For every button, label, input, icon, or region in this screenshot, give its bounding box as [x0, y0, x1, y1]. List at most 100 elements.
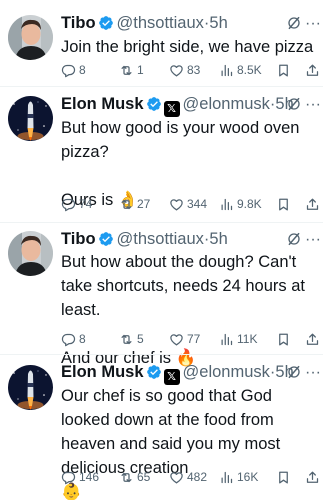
display-name[interactable]: Elon Musk	[61, 95, 144, 113]
repost-icon	[121, 65, 132, 75]
avatar[interactable]	[8, 96, 53, 141]
tweet-actions: 74 27 344 9.8K	[61, 195, 323, 213]
share-icon	[306, 333, 319, 345]
more-icon[interactable]: ···	[305, 232, 321, 251]
reply-icon	[61, 198, 76, 211]
display-name[interactable]: Tibo	[61, 230, 96, 248]
bookmark-button[interactable]	[276, 468, 291, 486]
like-icon	[170, 333, 183, 345]
grok-icon[interactable]	[286, 96, 302, 112]
views-button[interactable]: 16K	[219, 468, 258, 486]
views-button[interactable]: 8.5K	[219, 61, 262, 79]
like-button[interactable]: 77	[169, 330, 200, 348]
verified-badge-icon	[146, 97, 161, 111]
timestamp[interactable]: 5h	[209, 14, 227, 32]
tweet-text: Join the bright side, we have pizza	[61, 38, 314, 56]
tweet-header: Tibo @thsottiaux·5h	[61, 227, 323, 251]
share-button[interactable]	[305, 61, 320, 79]
reply-count: 146	[79, 470, 100, 484]
views-count: 9.8K	[237, 197, 262, 211]
views-icon	[221, 333, 233, 345]
bookmark-button[interactable]	[276, 61, 291, 79]
x-affiliation-badge-icon: 𝕏	[163, 101, 180, 117]
like-count: 482	[187, 470, 208, 484]
display-name[interactable]: Elon Musk	[61, 363, 144, 381]
tweet-actions: 146 65 482 16K	[61, 468, 323, 486]
reply-count: 8	[79, 63, 86, 77]
views-icon	[221, 471, 233, 483]
tweet-actions: 8 1 83 8.5K	[61, 61, 323, 79]
views-icon	[221, 198, 233, 210]
tweet-actions: 8 5 77 11K	[61, 330, 323, 348]
x-affiliation-badge-icon: 𝕏	[163, 369, 180, 385]
more-icon[interactable]: ···	[305, 365, 321, 384]
bookmark-icon	[279, 64, 288, 76]
views-button[interactable]: 11K	[219, 330, 257, 348]
tweet-header: Elon Musk 𝕏 @elonmusk·5h	[61, 92, 323, 117]
repost-icon	[121, 334, 132, 344]
bookmark-button[interactable]	[276, 195, 291, 213]
avatar-photo	[8, 231, 53, 276]
like-icon	[170, 471, 183, 483]
reply-count: 8	[79, 332, 86, 346]
tweet[interactable]: Elon Musk 𝕏 @elonmusk·5h ··· But how good …	[0, 87, 323, 221]
repost-button[interactable]: 27	[119, 195, 150, 213]
bookmark-icon	[279, 333, 288, 345]
views-count: 16K	[237, 470, 259, 484]
verified-badge-icon	[146, 365, 161, 379]
timestamp[interactable]: 5h	[209, 230, 227, 248]
grok-icon[interactable]	[286, 364, 302, 380]
verified-badge-icon	[98, 232, 113, 246]
repost-button[interactable]: 5	[119, 330, 144, 348]
like-icon	[170, 198, 183, 210]
bookmark-icon	[279, 471, 288, 483]
more-icon[interactable]: ···	[305, 97, 321, 116]
tweet[interactable]: Elon Musk 𝕏 @elonmusk·5h ··· Our chef is s…	[0, 355, 323, 500]
reply-button[interactable]: 146	[61, 468, 99, 486]
repost-count: 1	[137, 63, 144, 77]
repost-count: 5	[137, 332, 144, 346]
more-icon[interactable]: ···	[305, 16, 321, 35]
repost-button[interactable]: 65	[119, 468, 150, 486]
views-button[interactable]: 9.8K	[219, 195, 262, 213]
user-handle[interactable]: @thsottiaux	[117, 230, 204, 248]
views-icon	[221, 64, 233, 76]
reply-button[interactable]: 8	[61, 330, 86, 348]
user-handle[interactable]: @elonmusk	[183, 95, 270, 113]
like-button[interactable]: 83	[169, 61, 200, 79]
reply-button[interactable]: 74	[61, 195, 92, 213]
bookmark-button[interactable]	[276, 330, 291, 348]
tweet[interactable]: Tibo @thsottiaux·5h ··· Join the bright s…	[0, 0, 323, 85]
avatar-photo	[8, 96, 53, 141]
tweet-header: Elon Musk 𝕏 @elonmusk·5h	[61, 360, 323, 385]
avatar[interactable]	[8, 15, 53, 60]
repost-count: 27	[137, 197, 151, 211]
repost-button[interactable]: 1	[119, 61, 144, 79]
like-button[interactable]: 344	[169, 195, 207, 213]
display-name[interactable]: Tibo	[61, 14, 96, 32]
avatar-photo	[8, 365, 53, 410]
reply-icon	[61, 471, 76, 484]
reply-icon	[61, 333, 76, 346]
grok-icon[interactable]	[286, 15, 302, 31]
share-button[interactable]	[305, 330, 320, 348]
verified-badge-icon	[98, 16, 113, 30]
repost-icon	[121, 199, 132, 209]
share-icon	[306, 198, 319, 210]
like-icon	[170, 64, 183, 76]
user-handle[interactable]: @elonmusk	[183, 363, 270, 381]
avatar[interactable]	[8, 231, 53, 276]
reply-icon	[61, 64, 76, 77]
like-button[interactable]: 482	[169, 468, 207, 486]
share-button[interactable]	[305, 468, 320, 486]
avatar[interactable]	[8, 365, 53, 410]
repost-icon	[121, 472, 132, 482]
reply-button[interactable]: 8	[61, 61, 86, 79]
tweet[interactable]: Tibo @thsottiaux·5h ··· But how about the…	[0, 223, 323, 367]
bookmark-icon	[279, 198, 288, 210]
tweet-header: Tibo @thsottiaux·5h	[61, 11, 323, 35]
grok-icon[interactable]	[286, 231, 302, 247]
user-handle[interactable]: @thsottiaux	[117, 14, 204, 32]
like-count: 77	[187, 332, 201, 346]
share-button[interactable]	[305, 195, 320, 213]
